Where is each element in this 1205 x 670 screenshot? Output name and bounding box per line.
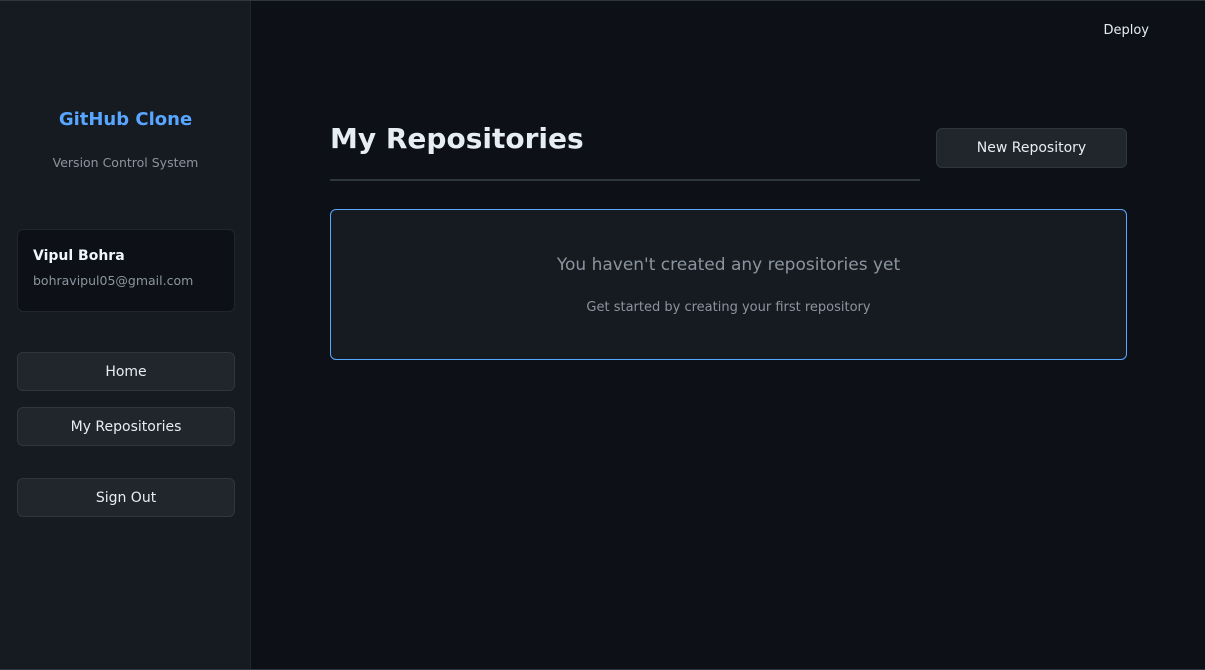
nav-home-button[interactable]: Home [17,352,235,391]
sign-out-button[interactable]: Sign Out [17,478,235,517]
brand-title: GitHub Clone [58,109,193,130]
nav-my-repositories-button[interactable]: My Repositories [17,407,235,446]
user-card: Vipul Bohra bohravipul05@gmail.com [17,229,235,312]
empty-state-subtitle: Get started by creating your first repos… [586,300,871,315]
empty-state-title: You haven't created any repositories yet [556,255,901,275]
title-divider [330,179,920,181]
new-repository-button[interactable]: New Repository [936,128,1127,168]
empty-state-panel: You haven't created any repositories yet… [330,209,1127,360]
user-email: bohravipul05@gmail.com [33,273,194,288]
app-window: GitHub Clone Version Control System Vipu… [0,0,1205,670]
brand-subtitle: Version Control System [52,155,199,170]
page-title: My Repositories [330,122,584,155]
sidebar: GitHub Clone Version Control System Vipu… [0,1,251,669]
user-name: Vipul Bohra [33,248,125,264]
deploy-button[interactable]: Deploy [1103,23,1149,38]
